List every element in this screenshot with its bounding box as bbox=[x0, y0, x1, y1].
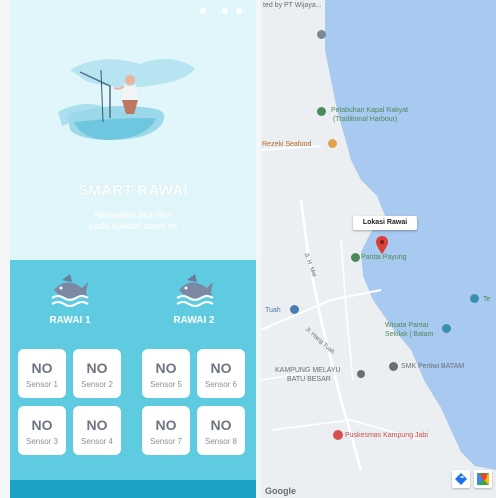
sensor-6-label: Sensor 6 bbox=[204, 380, 238, 389]
sensor-3-label: Sensor 3 bbox=[25, 437, 59, 446]
kampung-label-line2: BATU BESAR bbox=[287, 376, 331, 383]
sensor-7-label: Sensor 7 bbox=[149, 437, 183, 446]
sensor-3-card[interactable]: NO Sensor 3 bbox=[18, 406, 66, 455]
pantai-payung-label[interactable]: Pantai Payung bbox=[361, 254, 407, 261]
directions-button[interactable] bbox=[452, 470, 470, 488]
te-label[interactable]: Te bbox=[483, 296, 490, 303]
signal-status-icon bbox=[222, 8, 228, 14]
sensor-4-label: Sensor 4 bbox=[80, 437, 114, 446]
rawai-1-label: RAWAI 1 bbox=[49, 315, 91, 326]
red-location-pin-icon[interactable] bbox=[376, 236, 388, 254]
sensor-3-value: NO bbox=[31, 417, 53, 433]
sensor-1-label: Sensor 1 bbox=[25, 380, 59, 389]
fish-wave-icon bbox=[176, 274, 214, 307]
wisata-label-line2[interactable]: Sekilak | Batam bbox=[385, 331, 434, 338]
sensor-8-value: NO bbox=[210, 417, 232, 433]
rawai-panel: RAWAI 1 RAWAI 2 NO Sensor 1 NO Sensor 2 … bbox=[10, 260, 256, 498]
rawai-2-label: RAWAI 2 bbox=[173, 315, 215, 326]
sensor-2-value: NO bbox=[86, 360, 108, 376]
sensor-1-card[interactable]: NO Sensor 1 bbox=[18, 349, 66, 398]
google-maps-icon bbox=[477, 473, 489, 485]
sensor-5-value: NO bbox=[155, 360, 177, 376]
map-attribution-top: ted by PT Wijaya... bbox=[263, 2, 322, 9]
sensor-4-card[interactable]: NO Sensor 4 bbox=[73, 406, 121, 455]
app-subtitle-line1: Nikmatilah fitur-fitur bbox=[94, 210, 172, 220]
heart-status-icon bbox=[200, 8, 206, 14]
sensor-1-value: NO bbox=[31, 360, 53, 376]
sensor-2-label: Sensor 2 bbox=[80, 380, 114, 389]
wisata-label-line1[interactable]: Wisata Pantai bbox=[385, 322, 428, 329]
pelabuhan-label-line2[interactable]: (Traditional Harbour) bbox=[333, 116, 397, 123]
pelabuhan-label-line1[interactable]: Pelabuhan Kapal Rakyat bbox=[331, 107, 408, 114]
app-subtitle-line2: pada aplikasi rawai ini bbox=[88, 221, 178, 231]
school-poi-icon[interactable] bbox=[389, 362, 398, 371]
sensor-8-label: Sensor 8 bbox=[204, 437, 238, 446]
rezeki-seafood-label[interactable]: Rezeki Seafood bbox=[262, 141, 311, 148]
beach-poi-icon[interactable] bbox=[351, 253, 360, 262]
directions-icon bbox=[455, 473, 467, 485]
smk-label[interactable]: SMK Pertiwi BATAM bbox=[401, 363, 464, 370]
app-title: SMART RAWAI bbox=[78, 182, 188, 199]
sensor-5-label: Sensor 5 bbox=[149, 380, 183, 389]
open-google-maps-button[interactable] bbox=[474, 470, 492, 488]
battery-status-icon bbox=[236, 8, 242, 14]
shop-poi-icon[interactable] bbox=[290, 305, 299, 314]
smart-rawai-app-screen: SMART RAWAI Nikmatilah fitur-fitur pada … bbox=[10, 0, 256, 498]
kampung-label-line1: KAMPUNG MELAYU bbox=[275, 367, 341, 374]
hospital-poi-icon[interactable] bbox=[333, 430, 343, 440]
sensor-8-card[interactable]: NO Sensor 8 bbox=[197, 406, 245, 455]
map-screen[interactable]: ted by PT Wijaya... Pelabuhan Kapal Raky… bbox=[261, 0, 496, 498]
sensor-5-card[interactable]: NO Sensor 5 bbox=[142, 349, 190, 398]
location-marker-icon[interactable] bbox=[317, 30, 326, 39]
harbour-poi-icon[interactable] bbox=[317, 107, 326, 116]
sensor-7-card[interactable]: NO Sensor 7 bbox=[142, 406, 190, 455]
sensor-4-value: NO bbox=[86, 417, 108, 433]
fish-wave-icon bbox=[51, 274, 89, 307]
puskesmas-label[interactable]: Puskesmas Kampung Jabi bbox=[345, 432, 428, 439]
sensor-6-value: NO bbox=[210, 360, 232, 376]
restaurant-poi-icon[interactable] bbox=[328, 139, 337, 148]
sensor-6-card[interactable]: NO Sensor 6 bbox=[197, 349, 245, 398]
park-poi-icon[interactable] bbox=[442, 324, 451, 333]
google-logo: Google bbox=[265, 486, 296, 496]
status-bar bbox=[10, 0, 256, 22]
sensor-2-card[interactable]: NO Sensor 2 bbox=[73, 349, 121, 398]
attraction-poi-icon[interactable] bbox=[470, 294, 479, 303]
tuah-label[interactable]: Tuah bbox=[265, 307, 281, 314]
bottom-navigation-bar[interactable] bbox=[10, 480, 256, 498]
lokasi-rawai-callout[interactable]: Lokasi Rawai bbox=[353, 216, 417, 230]
sensor-7-value: NO bbox=[155, 417, 177, 433]
place-poi-icon[interactable] bbox=[357, 370, 365, 378]
